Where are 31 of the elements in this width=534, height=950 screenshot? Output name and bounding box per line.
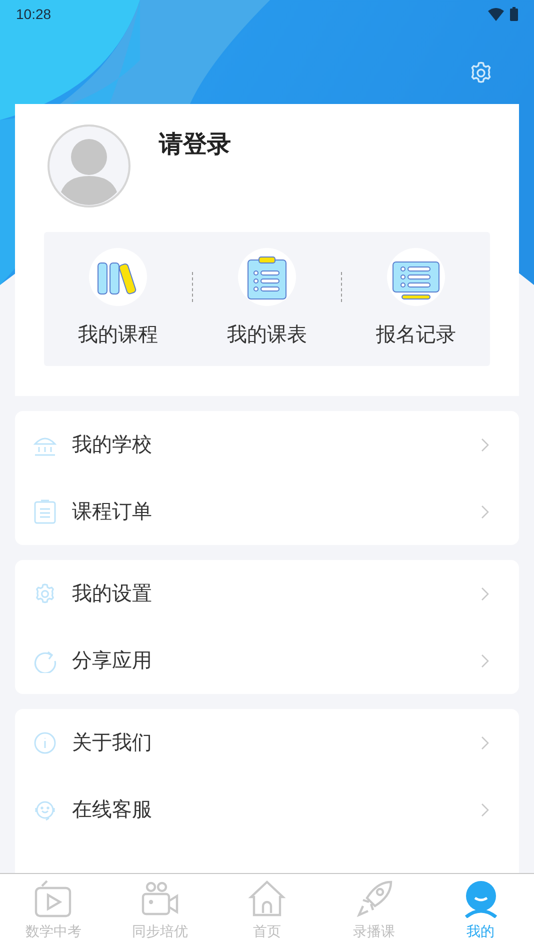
chevron-right-icon bbox=[481, 802, 489, 816]
shortcut-link[interactable]: 我的课表 bbox=[227, 320, 307, 350]
info-icon bbox=[34, 732, 56, 754]
battery-icon bbox=[510, 7, 518, 21]
monitor-icon bbox=[387, 248, 445, 306]
share-icon bbox=[33, 648, 57, 672]
rocket-icon bbox=[354, 880, 393, 918]
shortcut-link[interactable]: 报名记录 bbox=[376, 320, 456, 350]
menu-item[interactable]: 分享应用 bbox=[15, 627, 519, 694]
status-time: 10:28 bbox=[16, 4, 52, 24]
clipboard-icon bbox=[33, 498, 57, 524]
chevron-right-icon bbox=[481, 654, 489, 668]
chevron-right-icon bbox=[481, 736, 489, 750]
clipboard-icon bbox=[238, 248, 296, 306]
menu-item[interactable]: 在线客服 bbox=[15, 776, 519, 843]
video-camera-icon bbox=[141, 880, 180, 918]
avatar[interactable] bbox=[47, 124, 131, 208]
menu-item[interactable]: 关于我们 bbox=[15, 709, 519, 776]
menu-item[interactable]: 我的学校 bbox=[15, 411, 519, 478]
tv-play-icon bbox=[34, 880, 72, 918]
chevron-right-icon bbox=[481, 438, 489, 452]
chevron-right-icon bbox=[481, 504, 489, 518]
menu-item[interactable]: 课程订单 bbox=[15, 478, 519, 545]
home-icon bbox=[248, 880, 286, 918]
menu-item[interactable]: 我的设置 bbox=[15, 560, 519, 627]
settings-icon bbox=[33, 582, 57, 606]
shortcut-link[interactable]: 我的课程 bbox=[78, 320, 158, 350]
books-icon bbox=[89, 248, 147, 306]
wifi-icon bbox=[488, 8, 504, 20]
login-prompt[interactable]: 请登录 bbox=[159, 127, 231, 163]
chevron-right-icon bbox=[481, 586, 489, 600]
